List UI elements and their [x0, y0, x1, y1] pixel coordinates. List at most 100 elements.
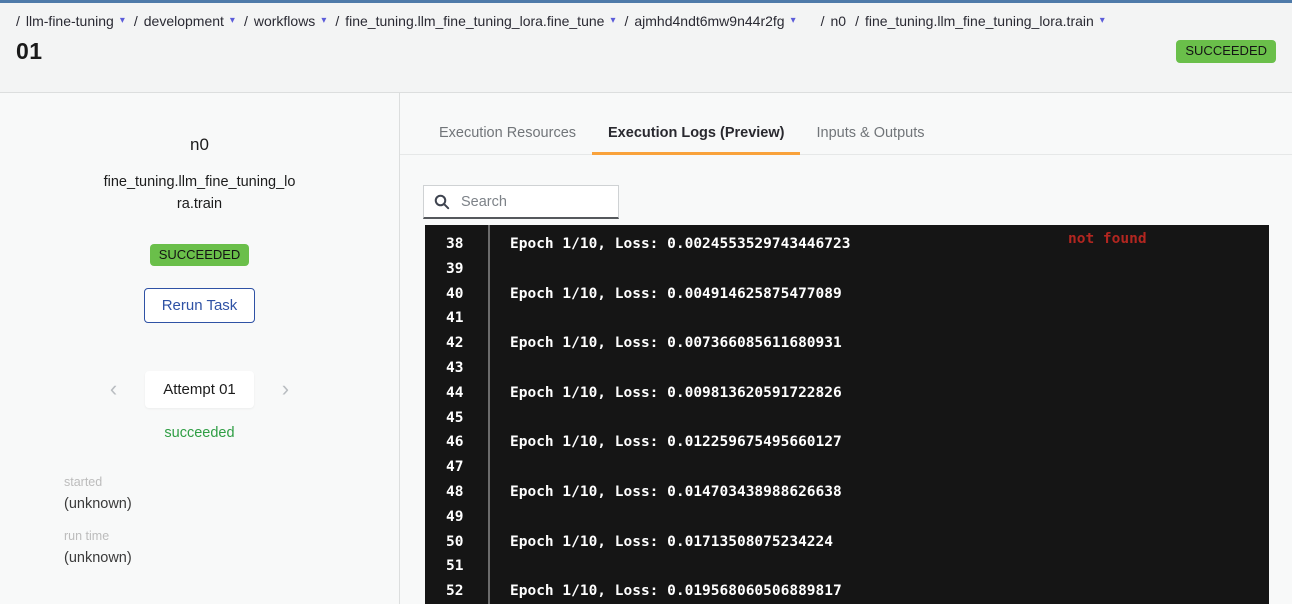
task-detail-panel: n0 fine_tuning.llm_fine_tuning_lora.trai… [0, 93, 400, 604]
breadcrumb-item[interactable]: / workflows ▾ [244, 13, 326, 29]
log-line-number: 45 [425, 406, 488, 431]
field-label: started [64, 475, 399, 489]
log-line-text: Epoch 1/10, Loss: 0.019568060506889817 [488, 579, 842, 604]
log-line-text: Epoch 1/10, Loss: 0.007366085611680931 [488, 331, 842, 356]
log-line: 48 Epoch 1/10, Loss: 0.01470343898862663… [425, 480, 1269, 505]
log-line-number: 46 [425, 430, 488, 455]
log-line-number: 42 [425, 331, 488, 356]
chevron-down-icon[interactable]: ▾ [230, 16, 235, 26]
page: / llm-fine-tuning ▾ / development ▾ / wo… [0, 0, 1292, 604]
log-line: 47 [425, 455, 1269, 480]
detail-fields: started (unknown) run time (unknown) [0, 475, 399, 566]
search-input[interactable] [459, 193, 608, 211]
breadcrumb-label[interactable]: ajmhd4ndt6mw9n44r2fg [634, 13, 784, 29]
chevron-down-icon[interactable]: ▾ [610, 16, 615, 26]
field-value: (unknown) [64, 496, 399, 512]
breadcrumb-item[interactable]: / fine_tuning.llm_fine_tuning_lora.train… [855, 13, 1105, 29]
breadcrumb-label[interactable]: development [144, 13, 224, 29]
page-title: 01 [16, 38, 43, 65]
log-error-text: not found [1068, 231, 1147, 247]
detail-field: run time (unknown) [64, 529, 399, 566]
log-line-number: 40 [425, 282, 488, 307]
breadcrumb-separator: / [16, 13, 20, 29]
log-line-number: 49 [425, 505, 488, 530]
log-line-text [488, 356, 510, 381]
log-line: 46 Epoch 1/10, Loss: 0.01225967549566012… [425, 430, 1269, 455]
breadcrumb-label[interactable]: workflows [254, 13, 315, 29]
tab-inputs-outputs[interactable]: Inputs & Outputs [800, 113, 940, 154]
log-line: 44 Epoch 1/10, Loss: 0.00981362059172282… [425, 381, 1269, 406]
log-viewer[interactable]: not found 38 Epoch 1/10, Loss: 0.0024553… [425, 225, 1269, 604]
breadcrumb-item[interactable]: / fine_tuning.llm_fine_tuning_lora.fine_… [335, 13, 615, 29]
execution-status-badge: SUCCEEDED [1176, 40, 1276, 62]
task-status-row: SUCCEEDED [0, 244, 399, 266]
attempt-navigation: ‹ Attempt 01 › [0, 371, 399, 408]
node-id: n0 [0, 135, 399, 155]
body: n0 fine_tuning.llm_fine_tuning_lora.trai… [0, 93, 1292, 604]
log-line-text: Epoch 1/10, Loss: 0.009813620591722826 [488, 381, 842, 406]
search-box[interactable] [423, 185, 619, 219]
breadcrumb-separator: / [855, 13, 859, 29]
breadcrumb-label[interactable]: fine_tuning.llm_fine_tuning_lora.fine_tu… [345, 13, 604, 29]
log-line-number: 44 [425, 381, 488, 406]
chevron-down-icon[interactable]: ▾ [321, 16, 326, 26]
breadcrumb: / llm-fine-tuning ▾ / development ▾ / wo… [16, 13, 1276, 29]
log-line-number: 38 [425, 232, 488, 257]
log-lines: 38 Epoch 1/10, Loss: 0.00245535297434467… [425, 232, 1269, 604]
log-line-number: 39 [425, 257, 488, 282]
breadcrumb-item[interactable]: / ajmhd4ndt6mw9n44r2fg ▾ [624, 13, 795, 29]
next-attempt-icon[interactable]: › [278, 378, 293, 400]
log-line-text [488, 257, 510, 282]
log-line-text: Epoch 1/10, Loss: 0.01713508075234224 [488, 530, 833, 555]
log-line: 45 [425, 406, 1269, 431]
log-line-text: Epoch 1/10, Loss: 0.014703438988626638 [488, 480, 842, 505]
breadcrumb-separator: / [244, 13, 248, 29]
chevron-down-icon[interactable]: ▾ [120, 16, 125, 26]
breadcrumb-label[interactable]: fine_tuning.llm_fine_tuning_lora.train [865, 13, 1094, 29]
attempt-selector[interactable]: Attempt 01 [145, 371, 254, 408]
field-label: run time [64, 529, 399, 543]
field-value: (unknown) [64, 550, 399, 566]
breadcrumb-item[interactable]: / llm-fine-tuning ▾ [16, 13, 125, 29]
chevron-down-icon[interactable]: ▾ [1100, 16, 1105, 26]
log-line: 49 [425, 505, 1269, 530]
tab-execution-logs-preview[interactable]: Execution Logs (Preview) [592, 113, 800, 154]
log-line-number: 47 [425, 455, 488, 480]
main-panel: Execution Resources Execution Logs (Prev… [400, 93, 1292, 604]
log-line: 39 [425, 257, 1269, 282]
breadcrumb-separator: / [134, 13, 138, 29]
breadcrumb-item[interactable]: / development ▾ [134, 13, 235, 29]
task-status-badge: SUCCEEDED [150, 244, 250, 266]
tab-execution-resources[interactable]: Execution Resources [423, 113, 592, 154]
log-line: 42 Epoch 1/10, Loss: 0.00736608561168093… [425, 331, 1269, 356]
log-line: 51 [425, 554, 1269, 579]
log-line-number: 41 [425, 306, 488, 331]
previous-attempt-icon[interactable]: ‹ [106, 378, 121, 400]
log-line-text [488, 505, 510, 530]
log-line-number: 48 [425, 480, 488, 505]
breadcrumb-separator: / [624, 13, 628, 29]
log-line-text: Epoch 1/10, Loss: 0.012259675495660127 [488, 430, 842, 455]
task-name: fine_tuning.llm_fine_tuning_lora.train [104, 172, 296, 216]
breadcrumb-item[interactable]: / n0 ▾ [821, 13, 846, 29]
chevron-down-icon[interactable]: ▾ [791, 16, 796, 26]
attempt-status: succeeded [0, 425, 399, 441]
title-row: 01 SUCCEEDED [16, 38, 1276, 65]
log-line: 40 Epoch 1/10, Loss: 0.00491462587547708… [425, 282, 1269, 307]
breadcrumb-label[interactable]: llm-fine-tuning [26, 13, 114, 29]
header: / llm-fine-tuning ▾ / development ▾ / wo… [0, 3, 1292, 93]
breadcrumb-label[interactable]: n0 [831, 13, 847, 29]
log-line-text: Epoch 1/10, Loss: 0.0024553529743446723 [488, 232, 850, 257]
rerun-task-button[interactable]: Rerun Task [144, 288, 256, 323]
log-line-text [488, 406, 510, 431]
log-line-number: 51 [425, 554, 488, 579]
log-line: 50 Epoch 1/10, Loss: 0.01713508075234224 [425, 530, 1269, 555]
log-line-number: 52 [425, 579, 488, 604]
log-line-text: Epoch 1/10, Loss: 0.004914625875477089 [488, 282, 842, 307]
tab-bar: Execution Resources Execution Logs (Prev… [400, 113, 1292, 155]
log-line-text [488, 306, 510, 331]
log-line: 43 [425, 356, 1269, 381]
breadcrumb-separator: / [335, 13, 339, 29]
detail-field: started (unknown) [64, 475, 399, 512]
log-line: 52 Epoch 1/10, Loss: 0.01956806050688981… [425, 579, 1269, 604]
